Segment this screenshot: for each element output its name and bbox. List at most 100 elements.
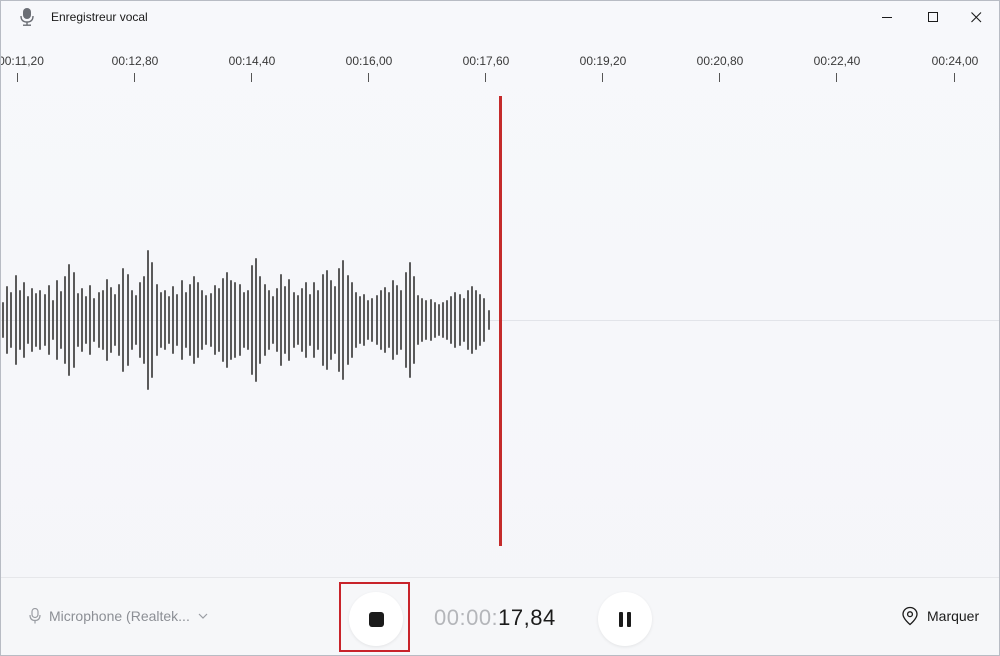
waveform xyxy=(1,85,501,575)
waveform-area[interactable] xyxy=(1,85,999,575)
microphone-icon xyxy=(20,8,34,26)
waveform-bar xyxy=(56,280,58,360)
microphone-selector[interactable]: Microphone (Realtek... xyxy=(29,608,208,624)
waveform-bar xyxy=(429,299,432,341)
waveform-bar xyxy=(155,284,158,356)
waveform-bar xyxy=(284,286,287,354)
waveform-bar xyxy=(334,286,336,354)
waveform-bar xyxy=(433,302,436,338)
waveform-bar xyxy=(466,290,469,350)
close-icon xyxy=(970,11,981,22)
waveform-bar xyxy=(246,290,249,350)
waveform-bar xyxy=(213,285,216,355)
waveform-bar xyxy=(296,295,299,345)
waveform-bar xyxy=(292,292,295,348)
ruler-label: 00:12,80 xyxy=(111,54,159,68)
waveform-bar xyxy=(230,280,233,360)
recording-timer: 00:00:17,84 xyxy=(434,605,556,631)
waveform-bar xyxy=(313,282,316,358)
waveform-bar xyxy=(76,293,79,347)
waveform-bar xyxy=(234,282,237,358)
waveform-bar xyxy=(458,294,461,346)
minimize-icon xyxy=(881,16,892,18)
waveform-bar xyxy=(317,290,320,350)
waveform-bar xyxy=(441,302,444,338)
waveform-bar xyxy=(479,294,482,346)
time-ruler[interactable]: 00:11,20 00:12,80 00:14,40 00:16,00 00:1… xyxy=(1,45,999,85)
minimize-button[interactable] xyxy=(864,1,910,33)
waveform-bar xyxy=(60,291,63,349)
waveform-bar xyxy=(39,290,42,350)
waveform-bar xyxy=(51,300,54,340)
waveform-bar xyxy=(408,262,411,378)
bottom-toolbar: Microphone (Realtek... 00:00:17,84 Marqu… xyxy=(1,577,999,655)
maximize-button[interactable] xyxy=(910,1,956,33)
waveform-bar xyxy=(68,264,71,376)
waveform-bar xyxy=(205,295,208,345)
waveform-bar xyxy=(118,284,121,356)
ruler-label: 00:19,20 xyxy=(579,54,627,68)
ruler-tick xyxy=(836,73,837,82)
ruler-label: 00:11,20 xyxy=(0,54,44,68)
waveform-bar xyxy=(363,294,366,346)
ruler-tick xyxy=(368,73,369,82)
waveform-bar xyxy=(168,296,170,344)
ruler-label: 00:24,00 xyxy=(931,54,979,68)
waveform-bar xyxy=(437,304,440,336)
waveform-bar xyxy=(31,288,34,352)
ruler-label: 00:17,60 xyxy=(462,54,510,68)
waveform-bar xyxy=(2,302,4,338)
ruler-label: 00:22,40 xyxy=(813,54,861,68)
waveform-bar xyxy=(222,278,224,362)
waveform-bar xyxy=(259,276,262,364)
waveform-bar xyxy=(396,285,399,355)
waveform-bar xyxy=(26,296,29,344)
close-button[interactable] xyxy=(953,1,999,33)
waveform-bar xyxy=(10,292,13,348)
waveform-bar xyxy=(22,282,25,358)
ruler-tick xyxy=(134,73,135,82)
waveform-bar xyxy=(400,290,403,350)
waveform-bar xyxy=(85,296,87,344)
waveform-bar xyxy=(197,282,200,358)
waveform-bar xyxy=(176,294,179,346)
waveform-bar xyxy=(454,292,457,348)
waveform-bar xyxy=(309,294,312,346)
waveform-bar xyxy=(242,292,245,348)
mark-button[interactable]: Marquer xyxy=(901,606,979,626)
waveform-bar xyxy=(321,274,324,366)
ruler-tick xyxy=(485,73,486,82)
waveform-bar xyxy=(483,298,486,342)
waveform-bar xyxy=(288,279,291,361)
waveform-bar xyxy=(471,286,473,354)
waveform-bar xyxy=(475,290,478,350)
ruler-tick xyxy=(719,73,720,82)
waveform-bar xyxy=(105,279,108,361)
waveform-bar xyxy=(375,295,378,345)
timer-seconds: 17,84 xyxy=(498,605,556,630)
pause-button[interactable] xyxy=(598,592,652,646)
waveform-bar xyxy=(97,292,100,348)
ruler-label: 00:16,00 xyxy=(345,54,393,68)
waveform-bar xyxy=(147,250,150,390)
waveform-bar xyxy=(43,294,46,346)
waveform-bar xyxy=(325,270,328,370)
waveform-bar xyxy=(122,268,125,372)
title-bar[interactable]: Enregistreur vocal xyxy=(1,1,999,33)
pause-icon xyxy=(627,611,631,627)
waveform-bar xyxy=(172,286,175,354)
waveform-bar xyxy=(201,290,204,350)
waveform-bar xyxy=(354,292,357,348)
waveform-bar xyxy=(425,300,428,340)
waveform-bar xyxy=(72,272,75,368)
waveform-bar xyxy=(134,295,137,345)
waveform-bar xyxy=(184,292,187,348)
waveform-bar xyxy=(35,293,38,347)
waveform-bar xyxy=(14,275,17,365)
waveform-bar xyxy=(358,296,361,344)
voice-recorder-window: Enregistreur vocal 00:11,20 00:12,80 00:… xyxy=(0,0,1000,656)
playhead[interactable] xyxy=(499,96,502,546)
ruler-label: 00:14,40 xyxy=(228,54,276,68)
ruler-tick xyxy=(251,73,252,82)
waveform-bar xyxy=(275,288,278,352)
